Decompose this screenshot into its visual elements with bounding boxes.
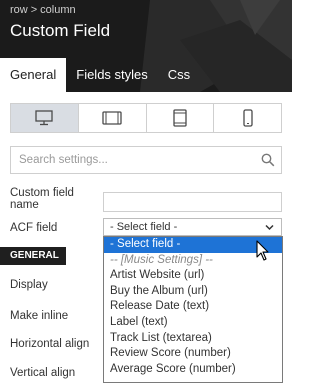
desktop-icon [35, 110, 54, 126]
custom-field-name-label-line2: name [10, 199, 39, 211]
display-label: Display [10, 279, 48, 291]
custom-field-name-input[interactable] [103, 192, 282, 212]
tablet-portrait-icon [173, 109, 187, 127]
device-mobile-button[interactable] [214, 104, 281, 132]
acf-field-select[interactable]: - Select field - [103, 218, 282, 236]
chevron-down-icon [265, 224, 274, 231]
make-inline-label: Make inline [10, 310, 69, 322]
device-switcher [10, 103, 282, 133]
mouse-cursor-icon [256, 240, 269, 261]
custom-field-name-label: Custom field name [10, 187, 74, 211]
option-label[interactable]: Label (text) [104, 315, 282, 331]
tab-general[interactable]: General [0, 58, 67, 92]
breadcrumb-separator: > [30, 4, 38, 16]
horizontal-align-label: Horizontal align [10, 338, 90, 350]
option-review-score[interactable]: Review Score (number) [104, 346, 282, 362]
option-release-date[interactable]: Release Date (text) [104, 299, 282, 315]
breadcrumb: row > column [10, 4, 76, 16]
breadcrumb-current: column [40, 4, 76, 16]
device-desktop-button[interactable] [11, 104, 79, 132]
custom-field-name-label-line1: Custom field [10, 187, 74, 199]
option-track-list[interactable]: Track List (textarea) [104, 331, 282, 347]
tab-bar: General Fields styles Css [0, 58, 210, 92]
tablet-landscape-icon [102, 111, 122, 125]
mobile-icon [242, 109, 253, 127]
acf-field-selected-value: - Select field - [110, 221, 178, 233]
option-buy-the-album[interactable]: Buy the Album (url) [104, 284, 282, 300]
device-tablet-portrait-button[interactable] [147, 104, 215, 132]
acf-field-label: ACF field [10, 222, 58, 234]
option-average-score[interactable]: Average Score (number) [104, 362, 282, 378]
section-general-header: GENERAL [0, 247, 66, 265]
tab-css[interactable]: Css [158, 58, 200, 92]
device-tablet-landscape-button[interactable] [79, 104, 147, 132]
tab-fields-styles[interactable]: Fields styles [66, 58, 158, 92]
search-icon[interactable] [261, 153, 275, 167]
option-artist-website[interactable]: Artist Website (url) [104, 268, 282, 284]
breadcrumb-parent[interactable]: row [10, 4, 28, 16]
settings-search [10, 146, 282, 174]
page-title: Custom Field [10, 21, 111, 40]
vertical-align-label: Vertical align [10, 367, 76, 379]
search-input[interactable] [11, 147, 281, 173]
